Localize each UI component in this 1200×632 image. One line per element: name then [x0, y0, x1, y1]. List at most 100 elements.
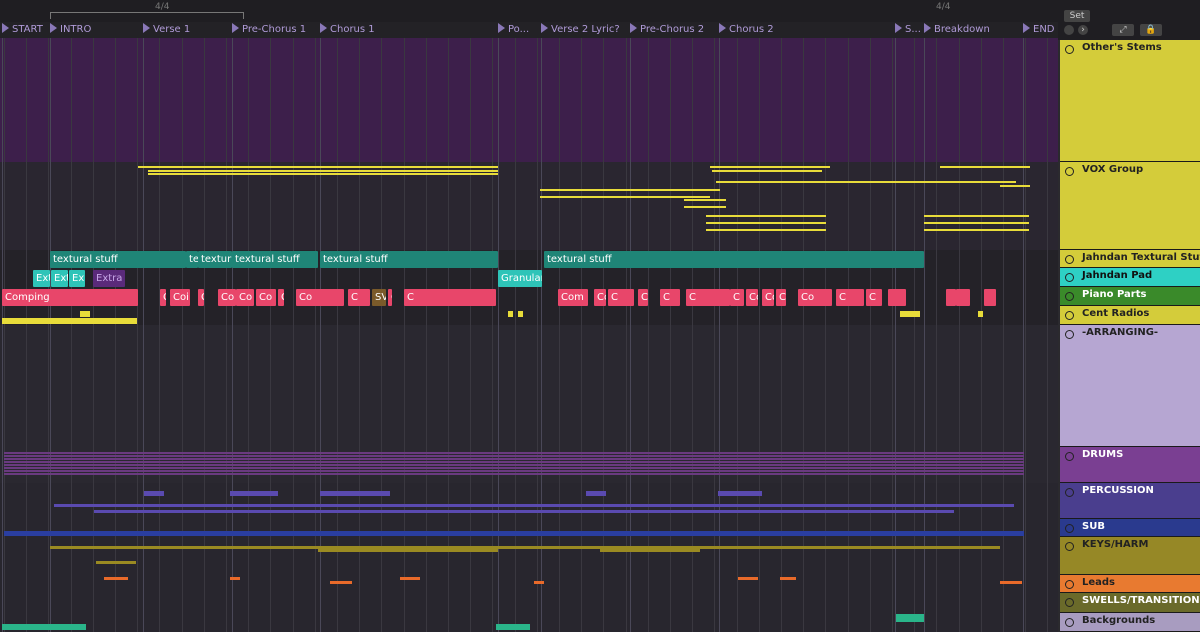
track-header-jahndan-pad[interactable]: Jahndan Pad [1060, 268, 1200, 287]
clip-piano[interactable] [946, 289, 956, 306]
clip-pad[interactable]: Granular [498, 270, 542, 287]
clip-piano[interactable]: C [160, 289, 166, 306]
locator-8[interactable]: Chorus 2 [719, 22, 774, 38]
clip-piano[interactable]: C [660, 289, 680, 306]
locator-4[interactable]: Chorus 1 [320, 22, 375, 38]
track-header-vox-group[interactable]: VOX Group [1060, 162, 1200, 250]
track-fold-icon[interactable] [1065, 524, 1074, 533]
track-fold-icon[interactable] [1065, 311, 1074, 320]
midi-note [716, 181, 1016, 183]
clip-piano[interactable]: C [348, 289, 370, 306]
expand-icon[interactable]: ⤢ [1112, 24, 1134, 36]
track-fold-icon[interactable] [1065, 255, 1074, 264]
arrangement-view[interactable]: 4/4 4/4 START INTRO Verse 1 Pre-Chorus 1 Cho… [0, 0, 1058, 632]
track-header-cent-radios[interactable]: Cent Radios [1060, 306, 1200, 325]
locator-5[interactable]: Po... [498, 22, 529, 38]
clip-piano[interactable]: Co [798, 289, 832, 306]
track-fold-icon[interactable] [1065, 488, 1074, 497]
track-header-sub[interactable]: SUB [1060, 519, 1200, 537]
set-button[interactable]: Set [1064, 10, 1090, 22]
track-fold-icon[interactable] [1065, 580, 1074, 589]
locator-label: Chorus 2 [729, 24, 774, 35]
forward-icon[interactable]: › [1078, 25, 1088, 35]
track-header-leads[interactable]: Leads [1060, 575, 1200, 593]
loop-brace[interactable] [50, 12, 244, 19]
locator-6[interactable]: Verse 2 Lyric? [541, 22, 620, 38]
track-header-piano-parts[interactable]: Piano Parts [1060, 287, 1200, 306]
clip-piano[interactable]: C [730, 289, 744, 306]
time-ruler[interactable]: 4/4 4/4 [0, 0, 1058, 22]
locator-9[interactable]: S... [895, 22, 921, 38]
clip-piano[interactable]: Com [388, 289, 392, 306]
track-fold-icon[interactable] [1065, 452, 1074, 461]
track-fold-icon[interactable] [1065, 330, 1074, 339]
locator-11[interactable]: END [1023, 22, 1055, 38]
clip-piano[interactable]: Co [594, 289, 606, 306]
clip-piano[interactable]: Compi [746, 289, 758, 306]
clip-piano[interactable]: SVS solo [372, 289, 386, 306]
clip-pad[interactable]: Ext [51, 270, 68, 287]
locator-bar[interactable]: START INTRO Verse 1 Pre-Chorus 1 Chorus 1 Po.… [0, 22, 1058, 38]
locator-1[interactable]: INTRO [50, 22, 91, 38]
track-fold-icon[interactable] [1065, 618, 1074, 627]
track-header-jahndan-textural-stuf[interactable]: Jahndan Textural Stuf [1060, 250, 1200, 268]
locator-arrow-icon [1023, 23, 1030, 33]
clip-piano[interactable]: Comping [278, 289, 284, 306]
clip-pad[interactable]: Ext [33, 270, 50, 287]
locator-0[interactable]: START [2, 22, 43, 38]
clip-pad[interactable]: Ex [69, 270, 85, 287]
clip-piano[interactable]: Comping [638, 289, 648, 306]
track-header--arranging-[interactable]: -ARRANGING- [1060, 325, 1200, 447]
clip-piano[interactable]: C [836, 289, 864, 306]
clip-piano[interactable]: Com [762, 289, 774, 306]
clip-piano[interactable]: Co [218, 289, 236, 306]
clip-piano[interactable]: Coi [170, 289, 190, 306]
clip-textural[interactable]: te [186, 251, 198, 268]
track-fold-icon[interactable] [1065, 273, 1074, 282]
clip-textural[interactable]: textural stuff [50, 251, 186, 268]
clip-piano[interactable]: C [686, 289, 730, 306]
clip-piano[interactable]: Comping [2, 289, 138, 306]
clip-piano[interactable]: Co [236, 289, 254, 306]
track-fold-icon[interactable] [1065, 167, 1074, 176]
clip-piano[interactable]: Ca [776, 289, 786, 306]
midi-note [924, 229, 1029, 231]
track-header-other-s-stems[interactable]: Other's Stems [1060, 40, 1200, 162]
locator-label: END [1033, 24, 1055, 35]
track-name: Cent Radios [1082, 308, 1150, 319]
track-header-keys-harm[interactable]: KEYS/HARM [1060, 537, 1200, 575]
midi-note [94, 510, 954, 513]
track-fold-icon[interactable] [1065, 45, 1074, 54]
track-header-swells-transitions[interactable]: SWELLS/TRANSITIONS [1060, 593, 1200, 613]
track-fold-icon[interactable] [1065, 598, 1074, 607]
clip-piano[interactable]: Co [296, 289, 344, 306]
locator-2[interactable]: Verse 1 [143, 22, 190, 38]
clip-piano[interactable] [956, 289, 970, 306]
track-header-percussion[interactable]: PERCUSSION [1060, 483, 1200, 519]
locator-3[interactable]: Pre-Chorus 1 [232, 22, 306, 38]
lock-icon[interactable]: 🔒 [1140, 24, 1162, 36]
track-header-drums[interactable]: DRUMS [1060, 447, 1200, 483]
time-signature-right[interactable]: 4/4 [936, 2, 950, 12]
clip-textural[interactable]: textural stuff [320, 251, 498, 268]
clip-piano[interactable]: Com [558, 289, 588, 306]
track-fold-icon[interactable] [1065, 542, 1074, 551]
clip-textural[interactable]: textur [198, 251, 232, 268]
clip-piano[interactable]: C [866, 289, 882, 306]
time-signature-left[interactable]: 4/4 [155, 2, 169, 12]
clip-textural[interactable]: textural stuff [544, 251, 924, 268]
clip-piano[interactable]: C [608, 289, 634, 306]
clip-piano[interactable] [888, 289, 906, 306]
clip-pad[interactable]: Extra [93, 270, 125, 287]
clip-piano[interactable]: Co [256, 289, 276, 306]
track-name: DRUMS [1082, 449, 1124, 460]
track-fold-icon[interactable] [1065, 292, 1074, 301]
clip-piano[interactable]: C [404, 289, 496, 306]
track-header-backgrounds[interactable]: Backgrounds [1060, 613, 1200, 632]
locator-7[interactable]: Pre-Chorus 2 [630, 22, 704, 38]
clip-piano[interactable]: C [198, 289, 204, 306]
back-icon[interactable] [1064, 25, 1074, 35]
clip-piano[interactable] [984, 289, 996, 306]
locator-10[interactable]: Breakdown [924, 22, 990, 38]
clip-textural[interactable]: textural stuff [232, 251, 318, 268]
